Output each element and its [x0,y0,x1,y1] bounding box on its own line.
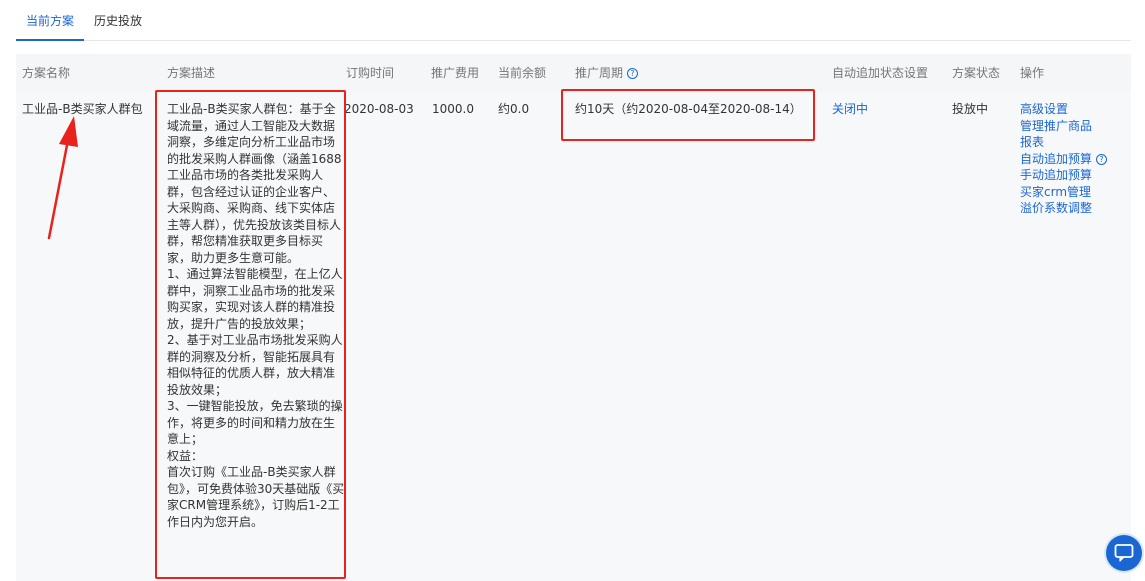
current-balance: 约0.0 [498,102,530,116]
col-header-period: 推广周期? [575,65,639,81]
table-row: 工业品-B类买家人群包 工业品-B类买家人群包：基于全域流量，通过人工智能及大数… [16,92,1131,581]
tab-history-plan[interactable]: 历史投放 [94,13,142,29]
advanced-settings-link[interactable]: 高级设置 [1020,101,1107,118]
period-header-label: 推广周期 [575,66,624,80]
promotion-period: 约10天（约2020-08-04至2020-08-14） [575,102,802,116]
manage-products-link[interactable]: 管理推广商品 [1020,118,1107,135]
col-header-ops: 操作 [1020,66,1045,80]
table-header: 方案名称 方案描述 订购时间 推广费用 当前余额 推广周期? 自动追加状态设置 … [16,54,1131,92]
plan-table: 方案名称 方案描述 订购时间 推广费用 当前余额 推广周期? 自动追加状态设置 … [16,54,1131,581]
col-header-status: 方案状态 [952,66,1001,80]
col-header-auto-setting: 自动追加状态设置 [832,66,929,80]
col-header-fee: 推广费用 [431,66,480,80]
auto-append-status-link[interactable]: 关闭中 [832,101,868,117]
red-arrow-icon [47,116,78,240]
manual-budget-link[interactable]: 手动追加预算 [1020,167,1107,184]
report-link[interactable]: 报表 [1020,134,1107,151]
tab-current-plan[interactable]: 当前方案 [15,13,85,41]
plan-description: 工业品-B类买家人群包：基于全域流量，通过人工智能及大数据洞察，多维定向分析工业… [167,102,345,529]
operations-list: 高级设置 管理推广商品 报表 自动追加预算? 手动追加预算 买家crm管理 溢价… [1020,101,1108,217]
promotion-fee: 1000.0 [432,102,474,116]
buyer-crm-link[interactable]: 买家crm管理 [1020,184,1107,201]
period-help-icon[interactable]: ? [627,68,639,79]
auto-budget-help-icon[interactable]: ? [1096,153,1108,165]
col-header-order-time: 订购时间 [346,66,395,80]
col-header-desc: 方案描述 [167,66,216,80]
col-header-balance: 当前余额 [498,66,547,80]
col-header-name: 方案名称 [22,66,71,80]
auto-budget-link-row: 自动追加预算? [1020,151,1108,168]
chat-bubble-icon[interactable] [1106,535,1142,571]
plan-tabs: 当前方案 历史投放 [15,0,1131,41]
plan-status: 投放中 [952,102,989,116]
auto-budget-link[interactable]: 自动追加预算 [1020,152,1092,166]
premium-coefficient-link[interactable]: 溢价系数调整 [1020,200,1107,217]
order-time: 2020-08-03 [344,102,414,116]
